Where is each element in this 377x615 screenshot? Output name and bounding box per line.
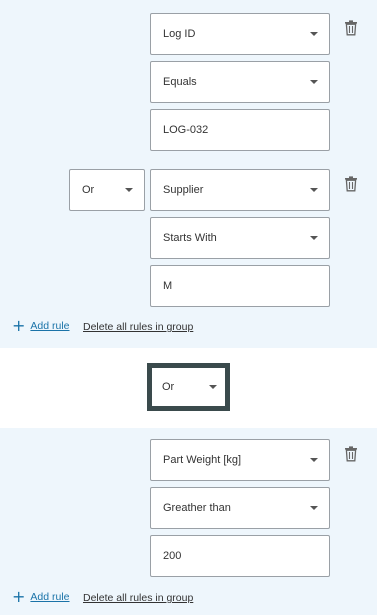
rule-1-operator-value: Equals <box>163 76 197 88</box>
plus-icon: + <box>12 316 26 335</box>
chevron-down-icon <box>310 80 318 84</box>
rule-3-value-text: 200 <box>163 550 182 562</box>
add-rule-link[interactable]: + Add rule <box>12 587 70 606</box>
group-combinator-value: Or <box>162 381 175 393</box>
rule-2-value-text: M <box>163 280 173 292</box>
rule-3-operator-value: Greather than <box>163 502 231 514</box>
chevron-down-icon <box>310 32 318 36</box>
trash-icon[interactable] <box>344 20 358 36</box>
rule-2-field-select[interactable]: Supplier <box>150 169 330 211</box>
trash-icon[interactable] <box>344 446 358 462</box>
rule-2-field-value: Supplier <box>163 184 204 196</box>
rule-2-operator-value: Starts With <box>163 232 217 244</box>
add-rule-label: Add rule <box>30 320 70 332</box>
rule-3-field-value: Part Weight [kg] <box>163 454 242 466</box>
rule-1-field-value: Log ID <box>163 28 196 40</box>
trash-icon[interactable] <box>344 176 358 192</box>
chevron-down-icon <box>310 188 318 192</box>
rule-1-value-input[interactable]: LOG-032 <box>150 109 330 151</box>
rule-2-value-input[interactable]: M <box>150 265 330 307</box>
chevron-down-icon <box>310 236 318 240</box>
group-combinator-select[interactable]: Or <box>147 363 230 411</box>
delete-all-rules-link[interactable]: Delete all rules in group <box>83 321 193 333</box>
rule-2-combinator-select[interactable]: Or <box>69 169 145 211</box>
rule-2-combinator-value: Or <box>82 184 95 196</box>
add-rule-label: Add rule <box>30 591 70 603</box>
rule-3-value-input[interactable]: 200 <box>150 535 330 577</box>
chevron-down-icon <box>310 458 318 462</box>
rule-3-operator-select[interactable]: Greather than <box>150 487 330 529</box>
rule-1-value-text: LOG-032 <box>163 124 209 136</box>
chevron-down-icon <box>310 506 318 510</box>
rule-3-field-select[interactable]: Part Weight [kg] <box>150 439 330 481</box>
add-rule-link[interactable]: + Add rule <box>12 316 70 335</box>
rule-group-2: Part Weight [kg] Greather than 200 + Add… <box>0 428 377 615</box>
chevron-down-icon <box>209 385 217 389</box>
plus-icon: + <box>12 587 26 606</box>
delete-all-rules-link[interactable]: Delete all rules in group <box>83 592 193 604</box>
rule-2-operator-select[interactable]: Starts With <box>150 217 330 259</box>
rule-group-1: Log ID Equals LOG-032 Or Supplier Starts… <box>0 0 377 348</box>
chevron-down-icon <box>125 188 133 192</box>
rule-1-field-select[interactable]: Log ID <box>150 13 330 55</box>
rule-1-operator-select[interactable]: Equals <box>150 61 330 103</box>
